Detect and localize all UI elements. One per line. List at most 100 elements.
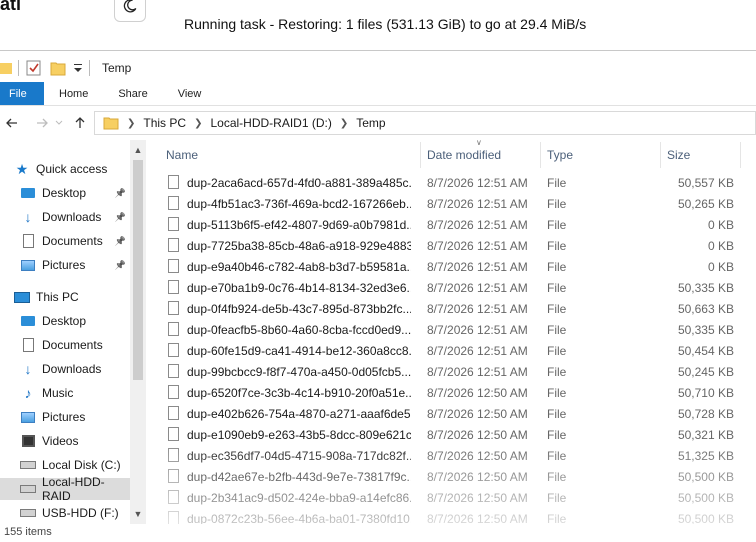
file-size: 50,500 KB [677,491,734,505]
file-type: File [547,449,567,463]
file-size: 50,500 KB [677,470,734,484]
scroll-down-icon[interactable]: ▼ [130,506,146,522]
sidebar-item-pictures[interactable]: Pictures 📌 [0,254,130,276]
sidebar-item-usb-hdd-f[interactable]: USB-HDD (F:) [0,502,130,524]
column-header-size[interactable]: Size [667,148,690,162]
sidebar-item-local-hdd-raid[interactable]: Local-HDD-RAID [0,475,130,503]
chevron-right-icon[interactable]: ❯ [340,118,348,129]
column-divider[interactable] [540,142,541,168]
file-name: dup-7725ba38-85cb-48a6-a918-929e4883... [187,239,411,253]
moon-icon [123,0,137,13]
pictures-icon [20,410,36,424]
breadcrumb-this-pc[interactable]: This PC [143,116,186,130]
file-name: dup-99bcbcc9-f8f7-470a-a450-0d05fcb5... [187,365,411,379]
file-size: 0 KB [707,260,734,274]
up-button[interactable] [68,111,92,135]
sidebar-item-music[interactable]: ♪ Music [0,382,130,404]
properties-icon[interactable] [25,59,43,77]
sidebar-item-label: Local-HDD-RAID [42,475,105,503]
sidebar-item-this-pc[interactable]: This PC [0,286,130,308]
chevron-right-icon[interactable]: ❯ [127,118,135,129]
computer-icon [14,290,30,304]
file-type: File [547,386,567,400]
file-icon [168,364,179,378]
disk-icon [20,458,36,472]
sidebar-item-desktop[interactable]: Desktop [0,310,130,332]
table-row[interactable]: dup-99bcbcc9-f8f7-470a-a450-0d05fcb5... 8… [150,361,756,382]
column-divider[interactable] [660,142,661,168]
file-date: 8/7/2026 12:50 AM [427,407,528,421]
file-name: dup-e402b626-754a-4870-a271-aaaf6de5... [187,407,411,421]
tab-file[interactable]: File [0,82,44,105]
file-date: 8/7/2026 12:50 AM [427,428,528,442]
sidebar-item-quick-access[interactable]: ★ Quick access [0,158,130,180]
file-size: 51,325 KB [677,449,734,463]
sidebar-item-desktop[interactable]: Desktop 📌 [0,182,130,204]
file-type: File [547,512,567,524]
forward-button[interactable] [30,111,54,135]
table-row[interactable]: dup-0feacfb5-8b60-4a60-8cba-fccd0ed9... 8… [150,319,756,340]
sidebar-item-documents[interactable]: Documents 📌 [0,230,130,252]
disk-icon [20,482,36,496]
table-row[interactable]: dup-e402b626-754a-4870-a271-aaaf6de5... 8… [150,403,756,424]
recent-locations-button[interactable] [54,111,64,135]
column-header-date[interactable]: Date modified [427,148,501,162]
chevron-right-icon[interactable]: ❯ [194,118,202,129]
ribbon-tabs: File Home Share View [0,82,756,106]
new-folder-icon[interactable] [49,59,67,77]
file-size: 50,728 KB [677,407,734,421]
sidebar-item-local-disk-c[interactable]: Local Disk (C:) [0,454,130,476]
column-divider[interactable] [420,142,421,168]
table-row[interactable]: dup-4fb51ac3-736f-469a-bcd2-167266eb... 8… [150,193,756,214]
tab-view[interactable]: View [163,82,217,105]
sidebar-item-pictures[interactable]: Pictures [0,406,130,428]
file-date: 8/7/2026 12:50 AM [427,470,528,484]
sidebar-item-downloads[interactable]: ↓ Downloads [0,358,130,380]
table-row[interactable]: dup-0f4fb924-de5b-43c7-895d-873bb2fc... 8… [150,298,756,319]
scroll-up-icon[interactable]: ▲ [130,142,146,158]
sort-indicator-icon: ∨ [476,140,482,147]
table-row[interactable]: dup-e9a40b46-c782-4ab8-b3d7-b59581a... 8/… [150,256,756,277]
back-button[interactable] [0,111,24,135]
video-icon [20,434,36,448]
file-size: 50,321 KB [677,428,734,442]
file-date: 8/7/2026 12:50 AM [427,449,528,463]
column-header-type[interactable]: Type [547,148,573,162]
table-row[interactable]: dup-2aca6acd-657d-4fd0-a881-389a485c... 8… [150,172,756,193]
table-row[interactable]: dup-ec356df7-04d5-4715-908a-717dc82f... 8… [150,445,756,466]
tab-share[interactable]: Share [103,82,162,105]
scrollbar-thumb[interactable] [133,160,143,380]
nav-scrollbar[interactable]: ▲ ▼ [130,140,146,524]
table-row[interactable]: dup-6520f7ce-3c3b-4c14-b910-20f0a51e... 8… [150,382,756,403]
table-row[interactable]: dup-60fe15d9-ca41-4914-be12-360a8cc8... 8… [150,340,756,361]
theme-toggle-button[interactable] [114,0,146,22]
table-row[interactable]: dup-e70ba1b9-0c76-4b14-8134-32ed3e6... 8/… [150,277,756,298]
file-name: dup-6520f7ce-3c3b-4c14-b910-20f0a51e... [187,386,411,400]
table-row[interactable]: dup-d42ae67e-b2fb-443d-9e7e-73817f9c... 8… [150,466,756,487]
breadcrumb-temp[interactable]: Temp [356,116,385,130]
table-row[interactable]: dup-e1090eb9-e263-43b5-8dcc-809e621c... 8… [150,424,756,445]
table-row[interactable]: dup-0872c23b-56ee-4b6a-ba01-7380fd10... 8… [150,508,756,524]
address-bar[interactable]: ❯ This PC ❯ Local-HDD-RAID1 (D:) ❯ Temp [94,111,756,135]
file-type: File [547,344,567,358]
file-name: dup-0feacfb5-8b60-4a60-8cba-fccd0ed9... [187,323,411,337]
file-size: 50,335 KB [677,323,734,337]
column-header-name[interactable]: Name [166,148,198,162]
column-divider[interactable] [740,142,741,168]
file-date: 8/7/2026 12:50 AM [427,512,528,524]
table-row[interactable]: dup-7725ba38-85cb-48a6-a918-929e4883... 8… [150,235,756,256]
file-icon [168,385,179,399]
sidebar-item-downloads[interactable]: ↓ Downloads 📌 [0,206,130,228]
tab-home[interactable]: Home [44,82,103,105]
sidebar-item-documents[interactable]: Documents [0,334,130,356]
folder-icon[interactable] [0,61,12,75]
pin-icon: 📌 [114,211,126,222]
table-row[interactable]: dup-5113b6f5-ef42-4807-9d69-a0b7981d... 8… [150,214,756,235]
file-icon [168,217,179,231]
arrow-up-icon [75,117,85,128]
customize-dropdown-icon[interactable] [73,62,83,74]
sidebar-item-videos[interactable]: Videos [0,430,130,452]
table-row[interactable]: dup-2b341ac9-d502-424e-bba9-a14efc86... 8… [150,487,756,508]
file-size: 50,663 KB [677,302,734,316]
breadcrumb-drive[interactable]: Local-HDD-RAID1 (D:) [210,116,331,130]
